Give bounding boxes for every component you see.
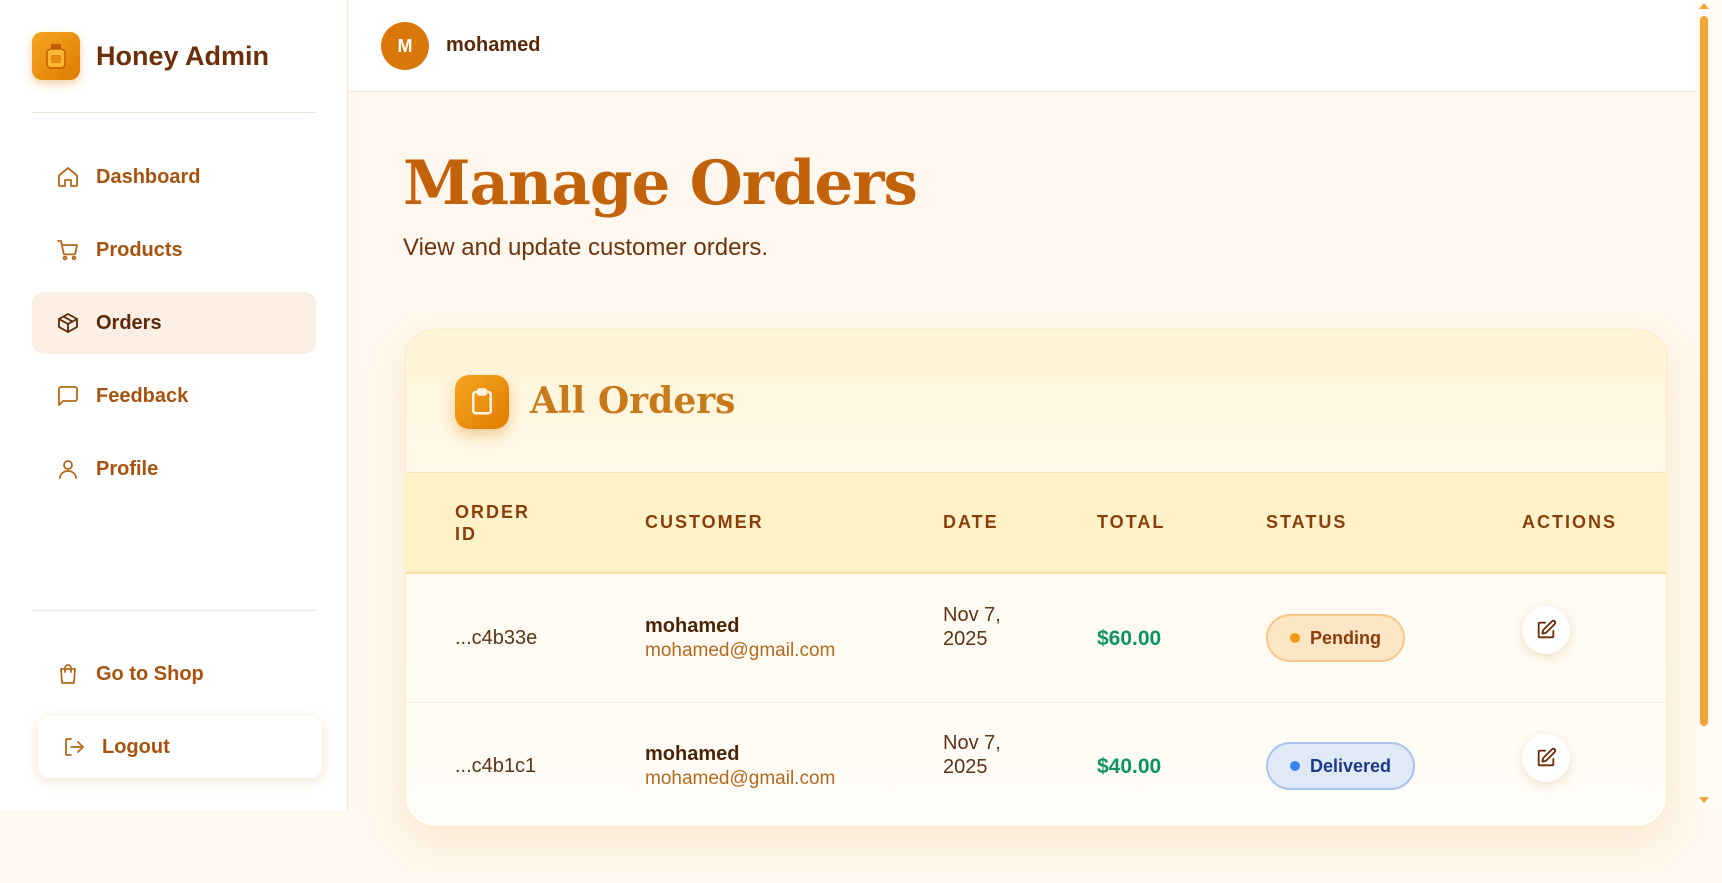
order-id: ...c4b1c1: [455, 755, 537, 777]
order-id: ...c4b33e: [455, 627, 538, 649]
sidebar-bottom: Go to Shop: [32, 643, 316, 716]
sidebar-item-label: Dashboard: [96, 165, 201, 188]
page-title: Manage Orders: [403, 148, 918, 219]
sidebar-item-label: Feedback: [96, 384, 189, 407]
sidebar-divider-top: [32, 112, 316, 113]
sidebar: Honey Admin Dashboard Products Orders Fe…: [0, 0, 348, 810]
customer-cell: mohamed mohamed@gmail.com: [645, 743, 835, 790]
column-header-total[interactable]: TOTAL: [1097, 511, 1165, 533]
username: mohamed: [446, 34, 541, 56]
edit-icon: [1537, 747, 1557, 767]
logout-label: Logout: [102, 735, 170, 758]
sidebar-item-dashboard[interactable]: Dashboard: [32, 146, 316, 208]
scrollbar-thumb[interactable]: [1700, 16, 1708, 726]
status-badge[interactable]: Pending: [1266, 614, 1405, 662]
table-row[interactable]: ...c4b33e mohamed mohamed@gmail.com Nov …: [406, 575, 1666, 702]
status-badge[interactable]: Delivered: [1266, 742, 1416, 790]
scroll-up-arrow-icon[interactable]: [1699, 3, 1709, 9]
column-header-customer[interactable]: CUSTOMER: [645, 511, 764, 533]
go-to-shop-label: Go to Shop: [96, 662, 204, 685]
card-title: All Orders: [530, 380, 736, 422]
logout-button[interactable]: Logout: [38, 716, 322, 778]
avatar[interactable]: M: [381, 22, 429, 70]
go-to-shop-link[interactable]: Go to Shop: [32, 643, 316, 705]
scroll-down-arrow-icon[interactable]: [1699, 797, 1709, 803]
column-header-status[interactable]: STATUS: [1266, 511, 1347, 533]
edit-order-button[interactable]: [1522, 606, 1570, 654]
sidebar-item-profile[interactable]: Profile: [32, 438, 316, 500]
column-header-date[interactable]: DATE: [943, 511, 999, 533]
status-label: Delivered: [1310, 755, 1392, 776]
sidebar-item-label: Products: [96, 238, 183, 261]
logout-icon: [65, 738, 84, 756]
sidebar-item-label: Orders: [96, 311, 162, 334]
customer-email: mohamed@gmail.com: [645, 768, 836, 789]
top-bar: M mohamed: [349, 0, 1695, 92]
home-icon: [58, 167, 78, 187]
user-icon: [59, 460, 77, 479]
order-total: $40.00: [1097, 755, 1162, 778]
customer-cell: mohamed mohamed@gmail.com: [645, 615, 835, 662]
order-total: $60.00: [1097, 627, 1162, 650]
sidebar-item-label: Profile: [96, 457, 159, 480]
edit-icon: [1537, 619, 1557, 639]
order-date: Nov 7, 2025: [943, 604, 1001, 650]
sidebar-divider-bottom: [32, 610, 316, 611]
table-header: ORDER ID CUSTOMER DATE TOTAL STATUS ACTI…: [406, 472, 1666, 574]
honey-jar-icon: [32, 32, 80, 80]
message-icon: [58, 386, 78, 406]
sidebar-item-feedback[interactable]: Feedback: [32, 365, 316, 427]
brand[interactable]: Honey Admin: [32, 32, 269, 80]
status-label: Pending: [1310, 627, 1381, 648]
status-dot: [1290, 761, 1300, 771]
column-header-order-id[interactable]: ORDER ID: [455, 501, 535, 545]
column-header-actions: ACTIONS: [1522, 512, 1617, 532]
table-row[interactable]: ...c4b1c1 mohamed mohamed@gmail.com Nov …: [406, 702, 1666, 826]
page-subtitle: View and update customer orders.: [403, 234, 769, 261]
customer-name: mohamed: [645, 615, 740, 637]
status-dot: [1290, 633, 1300, 643]
orders-card: All Orders ORDER ID CUSTOMER DATE TOTAL …: [405, 329, 1667, 827]
box-icon: [58, 313, 78, 333]
customer-email: mohamed@gmail.com: [645, 640, 836, 661]
sidebar-item-orders[interactable]: Orders: [32, 292, 316, 354]
sidebar-item-products[interactable]: Products: [32, 219, 316, 281]
cart-icon: [57, 240, 78, 261]
brand-title: Honey Admin: [96, 40, 270, 71]
shopping-bag-icon: [60, 664, 76, 684]
edit-order-button[interactable]: [1522, 734, 1570, 782]
customer-name: mohamed: [645, 743, 740, 765]
clipboard-icon: [455, 375, 509, 429]
sidebar-nav: Dashboard Products Orders Feedback Profi…: [32, 146, 316, 511]
order-date: Nov 7, 2025: [943, 732, 1001, 778]
